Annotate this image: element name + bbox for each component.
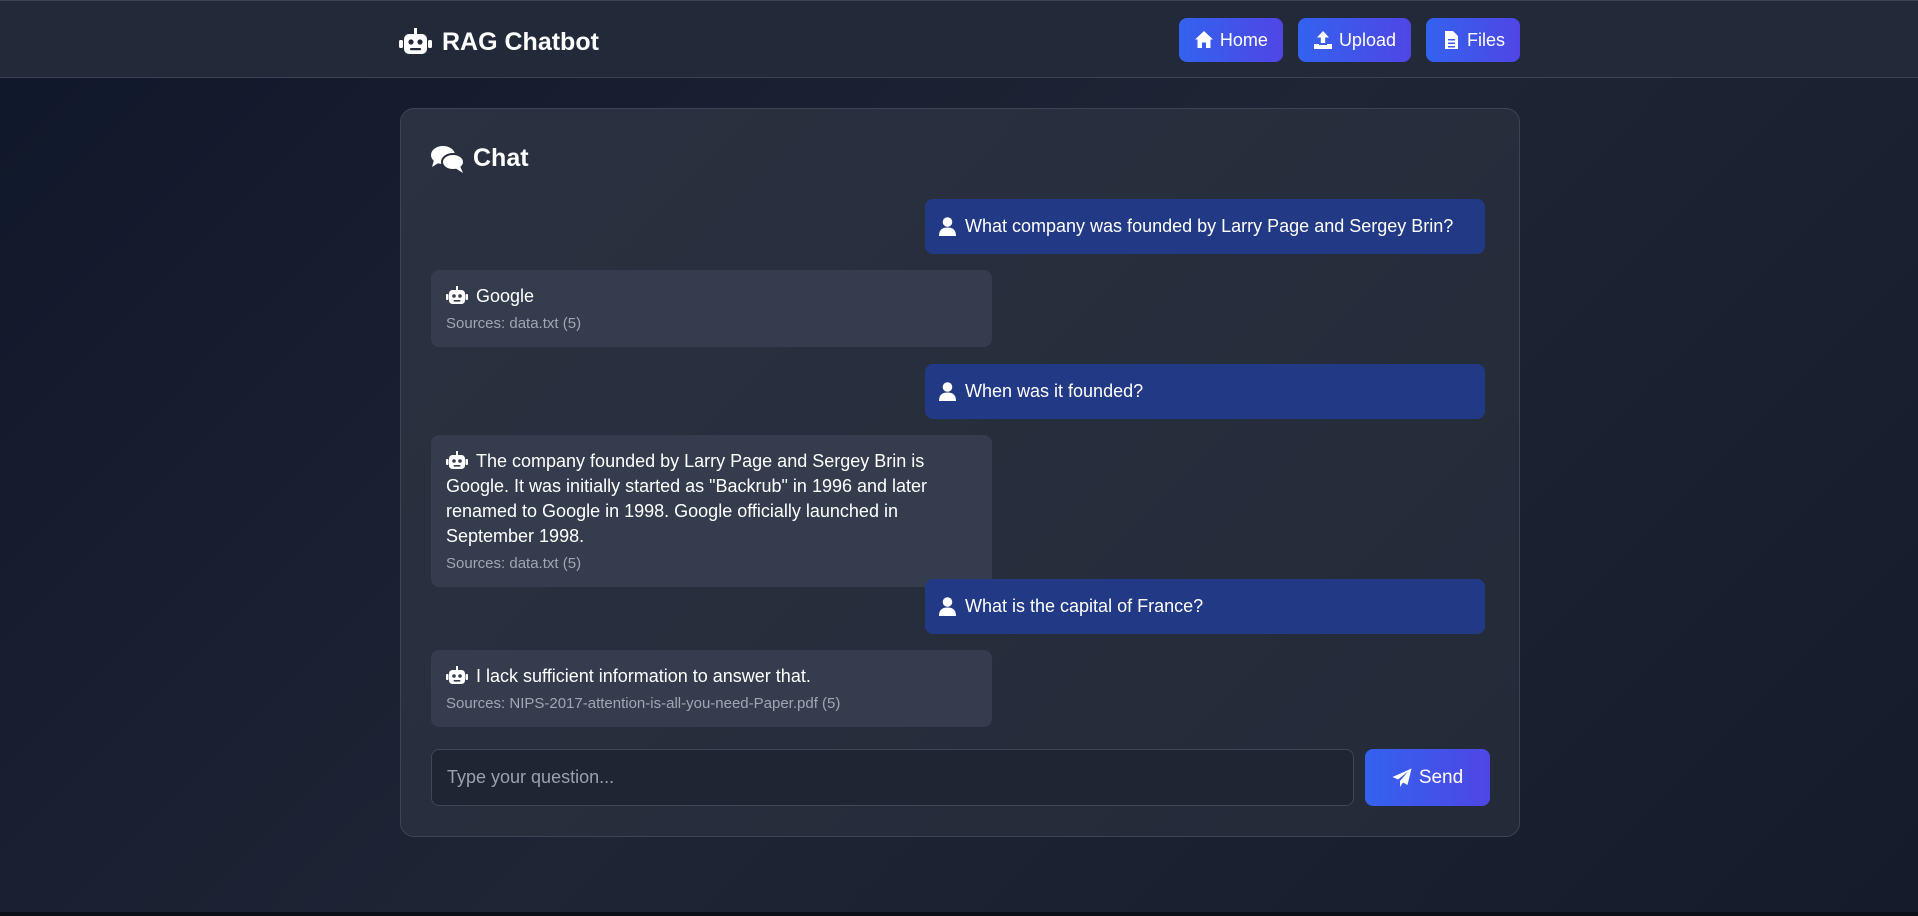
user-message-text: What company was founded by Larry Page a… (965, 216, 1454, 236)
home-button[interactable]: Home (1178, 18, 1283, 62)
brand-title: RAG Chatbot (442, 27, 599, 56)
message-sources: Sources: data.txt (5) (446, 315, 582, 332)
question-input[interactable] (431, 749, 1354, 806)
message-sources: Sources: NIPS-2017-attention-is-all-you-… (446, 695, 841, 712)
robot-icon (446, 666, 468, 684)
chat-input-row: Send (431, 749, 1491, 806)
chat-title: Chat (431, 144, 529, 173)
bot-message: I lack sufficient information to answer … (431, 650, 992, 727)
chat-title-label: Chat (473, 144, 529, 172)
bottom-edge (0, 912, 1918, 916)
user-message-text: What is the capital of France? (965, 596, 1204, 616)
files-button-label: Files (1466, 29, 1505, 50)
user-message: When was it founded? (925, 364, 1485, 419)
bot-message: The company founded by Larry Page and Se… (431, 435, 992, 587)
brand[interactable]: RAG Chatbot (399, 25, 599, 59)
robot-icon (446, 286, 468, 304)
robot-icon (399, 28, 432, 54)
chat-panel: Chat What company was founded by Larry P… (400, 108, 1520, 837)
nav-menu: Home Upload Files (1178, 18, 1520, 62)
bot-message-text: I lack sufficient information to answer … (476, 666, 811, 686)
user-message-text: When was it founded? (965, 381, 1144, 401)
files-button[interactable]: Files (1425, 18, 1520, 62)
user-message: What company was founded by Larry Page a… (925, 199, 1485, 254)
paper-plane-icon (1392, 768, 1412, 787)
upload-button-label: Upload (1338, 29, 1396, 50)
message-sources: Sources: data.txt (5) (446, 555, 582, 572)
bot-message-text: Google (476, 286, 535, 306)
bot-message-text: The company founded by Larry Page and Se… (446, 451, 928, 546)
user-message: What is the capital of France? (925, 579, 1485, 634)
user-icon (939, 217, 956, 236)
robot-icon (446, 451, 468, 469)
send-button[interactable]: Send (1365, 749, 1490, 806)
user-icon (939, 597, 956, 616)
comments-icon (431, 145, 464, 173)
home-icon (1194, 31, 1213, 48)
top-navbar: RAG Chatbot Home Upload Files (0, 0, 1918, 78)
send-button-label: Send (1418, 766, 1464, 788)
upload-icon (1313, 31, 1332, 49)
user-icon (939, 382, 956, 401)
upload-button[interactable]: Upload (1297, 18, 1411, 62)
bot-message: Google Sources: data.txt (5) (431, 270, 992, 347)
file-icon (1444, 31, 1458, 49)
home-button-label: Home (1219, 29, 1268, 50)
